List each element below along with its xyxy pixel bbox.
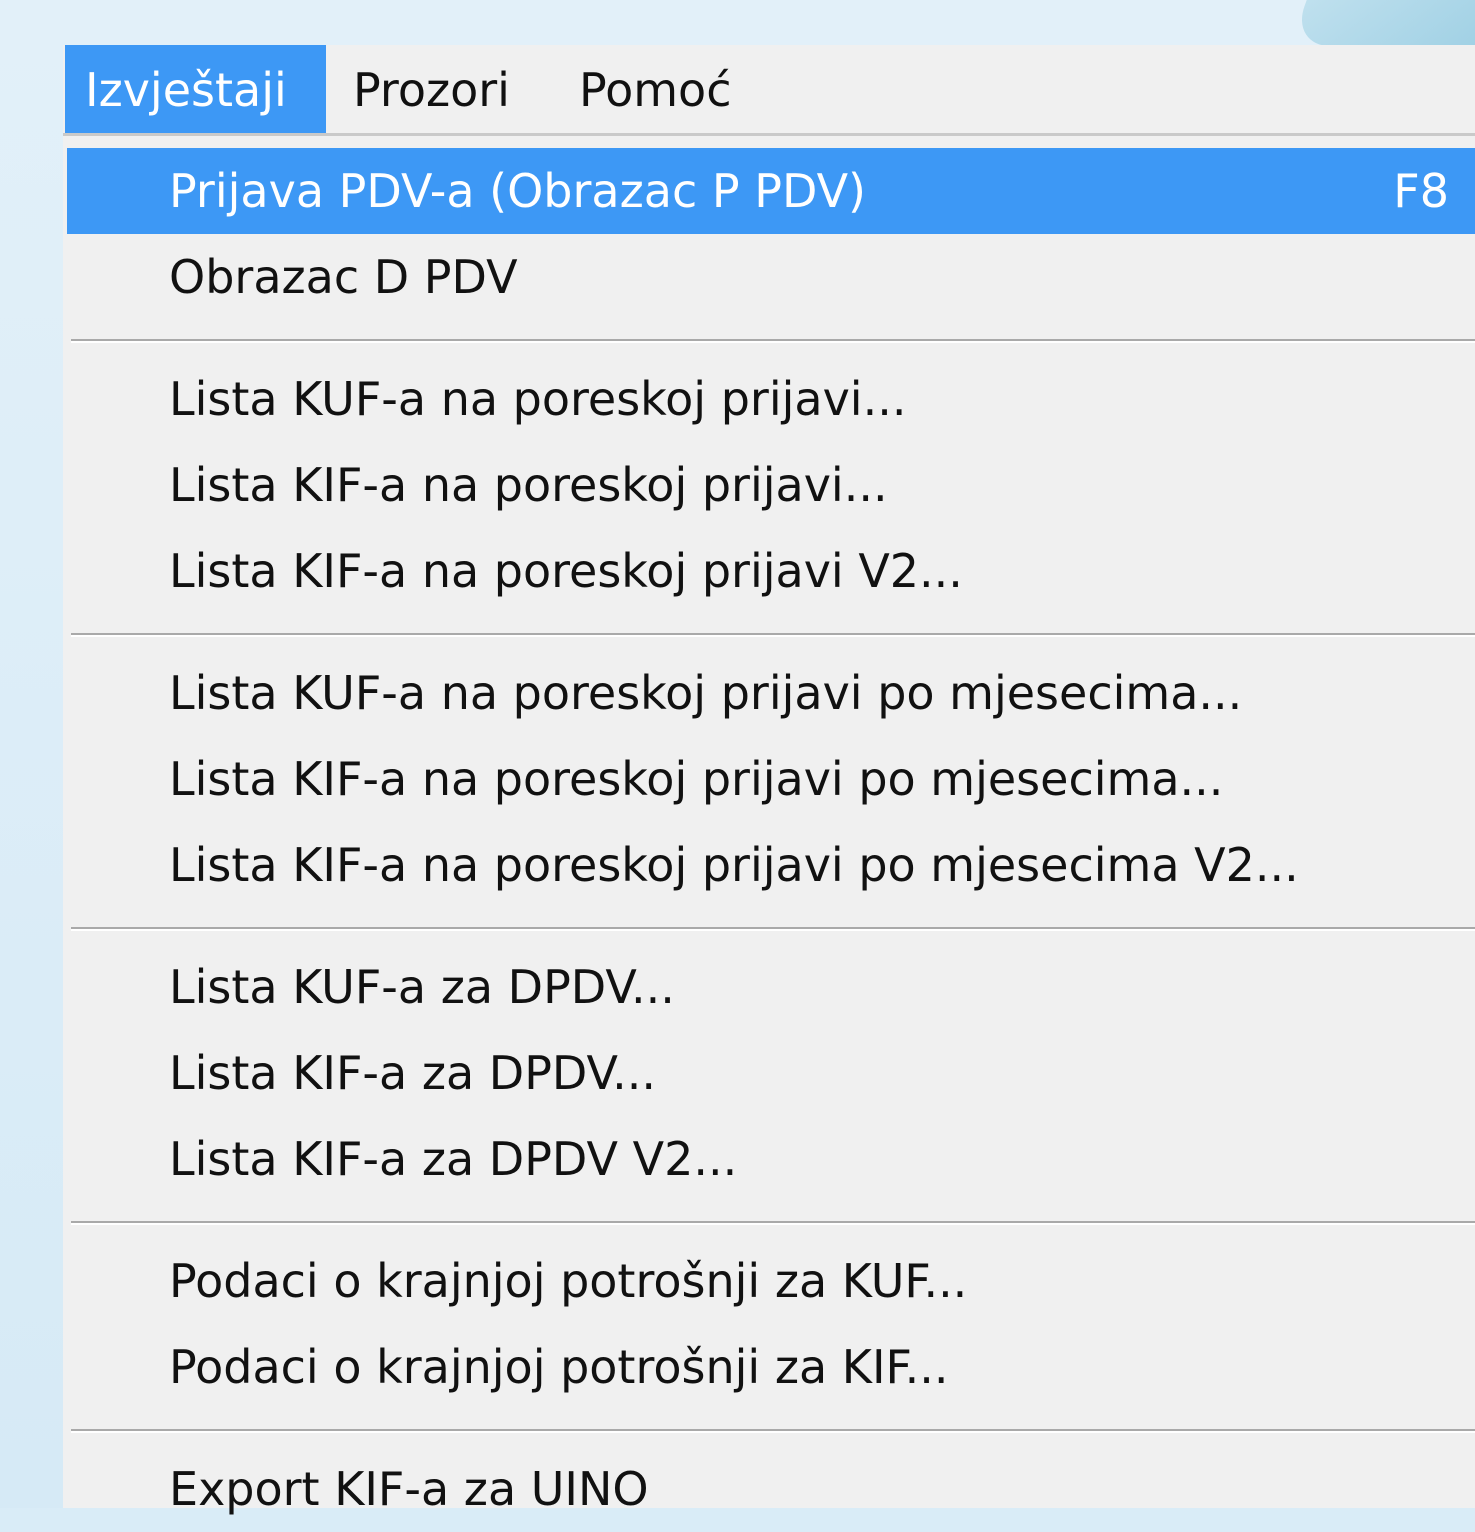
menu-separator xyxy=(71,339,1475,343)
menu-item-lista-kif-prijava[interactable]: Lista KIF-a na poreskoj prijavi... xyxy=(67,442,1475,528)
menu-separator xyxy=(71,1429,1475,1433)
menu-item-krajnja-potrosnja-kif[interactable]: Podaci o krajnjoj potrošnji za KIF... xyxy=(67,1324,1475,1410)
menu-item-lista-kif-dpdv[interactable]: Lista KIF-a za DPDV... xyxy=(67,1030,1475,1116)
shortcut-label: F8 xyxy=(1393,164,1449,218)
menu-item-lista-kuf-dpdv[interactable]: Lista KUF-a za DPDV... xyxy=(67,944,1475,1030)
menu-item-krajnja-potrosnja-kuf[interactable]: Podaci o krajnjoj potrošnji za KUF... xyxy=(67,1238,1475,1324)
menu-item-lista-kuf-prijava[interactable]: Lista KUF-a na poreskoj prijavi... xyxy=(67,356,1475,442)
menu-item-lista-kif-mjeseci[interactable]: Lista KIF-a na poreskoj prijavi po mjese… xyxy=(67,736,1475,822)
menu-pomoc[interactable]: Pomoć xyxy=(579,45,732,133)
menu-item-prijava-pdv[interactable]: Prijava PDV-a (Obrazac P PDV) F8 xyxy=(67,148,1475,234)
menu-item-lista-kif-mjeseci-v2[interactable]: Lista KIF-a na poreskoj prijavi po mjese… xyxy=(67,822,1475,908)
menu-item-obrazac-d-pdv[interactable]: Obrazac D PDV xyxy=(67,234,1475,320)
menu-item-lista-kuf-mjeseci[interactable]: Lista KUF-a na poreskoj prijavi po mjese… xyxy=(67,650,1475,736)
menu-item-lista-kif-prijava-v2[interactable]: Lista KIF-a na poreskoj prijavi V2... xyxy=(67,528,1475,614)
menu-separator xyxy=(71,633,1475,637)
menu-item-label: Prijava PDV-a (Obrazac P PDV) xyxy=(169,164,866,218)
menu-item-export-kif-uino[interactable]: Export KIF-a za UINO xyxy=(67,1446,1475,1532)
menu-izvjestaji[interactable]: Izvještaji xyxy=(65,45,326,133)
window-decoration xyxy=(1290,0,1475,46)
menu-separator xyxy=(71,927,1475,931)
menu-bar: Izvještaji Prozori Pomoć xyxy=(63,45,1475,133)
menu-separator xyxy=(71,1221,1475,1225)
menu-prozori[interactable]: Prozori xyxy=(353,45,510,133)
izvjestaji-dropdown-menu: Prijava PDV-a (Obrazac P PDV) F8 Obrazac… xyxy=(63,133,1475,1516)
menu-item-lista-kif-dpdv-v2[interactable]: Lista KIF-a za DPDV V2... xyxy=(67,1116,1475,1202)
